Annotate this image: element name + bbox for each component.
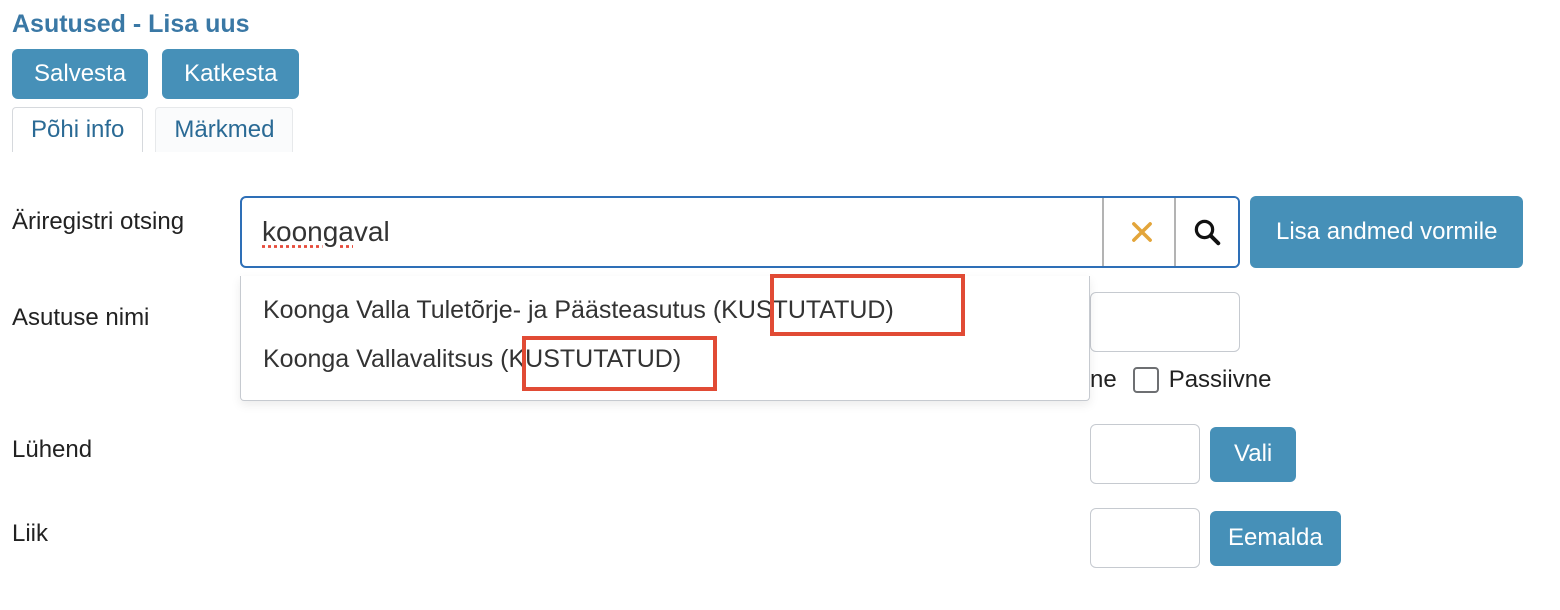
page-title: Asutused - Lisa uus bbox=[12, 10, 1548, 39]
search-label: Äriregistri otsing bbox=[12, 196, 240, 236]
cancel-button[interactable]: Katkesta bbox=[162, 49, 299, 99]
search-input-group: koonga val bbox=[240, 196, 1240, 268]
vali-button[interactable]: Vali bbox=[1210, 427, 1296, 481]
type-label: Liik bbox=[12, 508, 240, 548]
type-input[interactable] bbox=[1090, 508, 1200, 568]
abbrev-label: Lühend bbox=[12, 424, 240, 464]
status-partial-label: ne bbox=[1090, 366, 1117, 394]
name-label: Asutuse nimi bbox=[12, 292, 240, 332]
save-button[interactable]: Salvesta bbox=[12, 49, 148, 99]
search-button[interactable] bbox=[1174, 198, 1238, 266]
passive-checkbox[interactable] bbox=[1133, 367, 1159, 393]
add-data-button[interactable]: Lisa andmed vormile bbox=[1250, 196, 1523, 268]
tab-main-info[interactable]: Põhi info bbox=[12, 107, 143, 152]
clear-button[interactable] bbox=[1110, 198, 1174, 266]
abbrev-input[interactable] bbox=[1090, 424, 1200, 484]
tabs: Põhi info Märkmed bbox=[12, 107, 1548, 152]
dropdown-item[interactable]: Koonga Valla Tuletõrje- ja Päästeasutus … bbox=[241, 286, 1089, 335]
name-input[interactable] bbox=[1090, 292, 1240, 352]
search-input[interactable]: koonga val bbox=[242, 198, 1110, 266]
search-icon bbox=[1192, 217, 1222, 247]
passive-label: Passiivne bbox=[1169, 366, 1272, 394]
search-dropdown: Koonga Valla Tuletõrje- ja Päästeasutus … bbox=[240, 276, 1090, 401]
search-value-word2: val bbox=[354, 216, 390, 248]
dropdown-item[interactable]: Koonga Vallavalitsus (KUSTUTATUD) bbox=[241, 335, 1089, 384]
eemalda-button[interactable]: Eemalda bbox=[1210, 511, 1341, 565]
search-value-word1: koonga bbox=[262, 216, 354, 248]
clear-icon bbox=[1128, 218, 1156, 246]
placeholder-label bbox=[12, 366, 240, 378]
action-bar: Salvesta Katkesta bbox=[12, 49, 1548, 99]
tab-notes[interactable]: Märkmed bbox=[155, 107, 293, 152]
